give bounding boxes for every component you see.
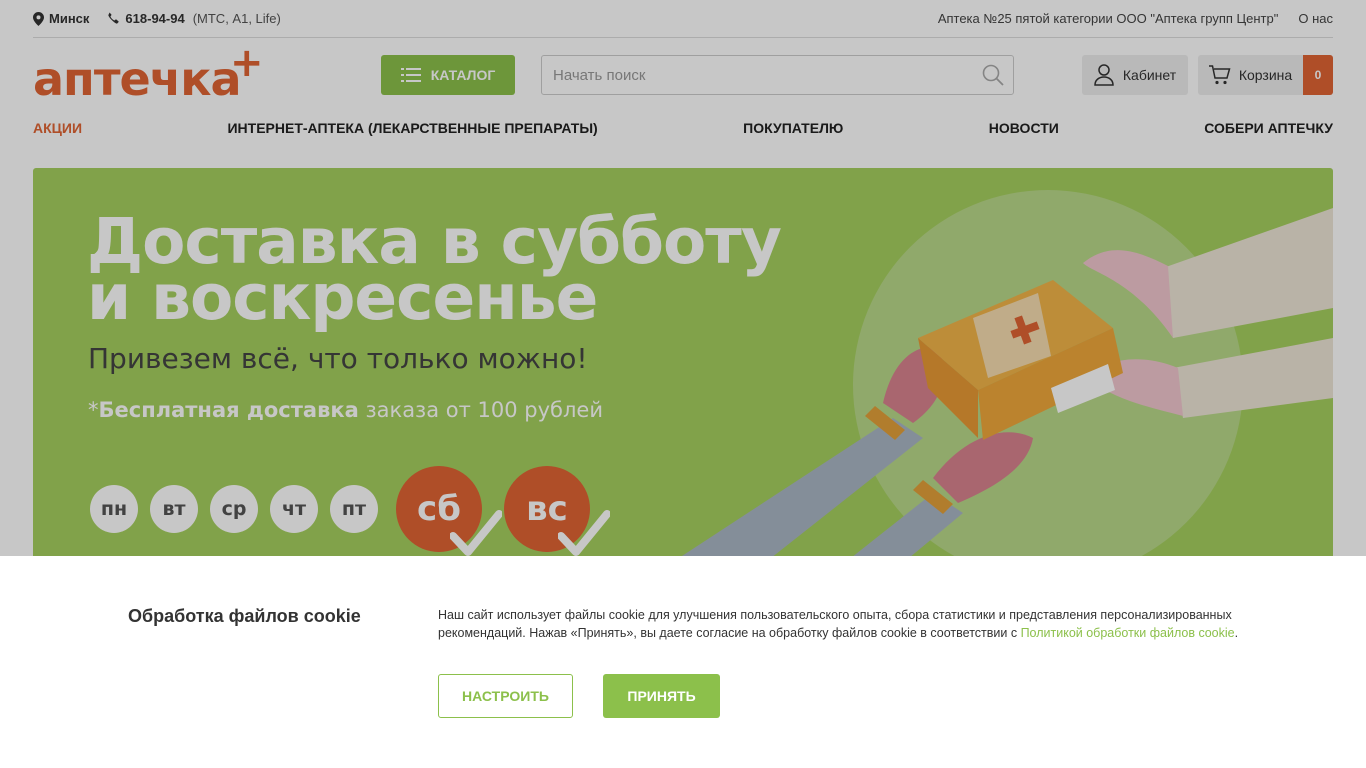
modal-overlay[interactable] (0, 0, 1366, 556)
cookie-title: Обработка файлов cookie (128, 606, 361, 626)
cookie-accept-button[interactable]: ПРИНЯТЬ (603, 674, 720, 718)
cookie-settings-button[interactable]: НАСТРОИТЬ (438, 674, 573, 718)
cookie-panel: Обработка файлов cookie Наш сайт использ… (0, 556, 1366, 768)
cookie-policy-link[interactable]: Политикой обработки файлов cookie (1021, 626, 1235, 640)
cookie-text: Наш сайт использует файлы cookie для улу… (438, 606, 1258, 642)
cookie-text-end: . (1234, 626, 1239, 640)
